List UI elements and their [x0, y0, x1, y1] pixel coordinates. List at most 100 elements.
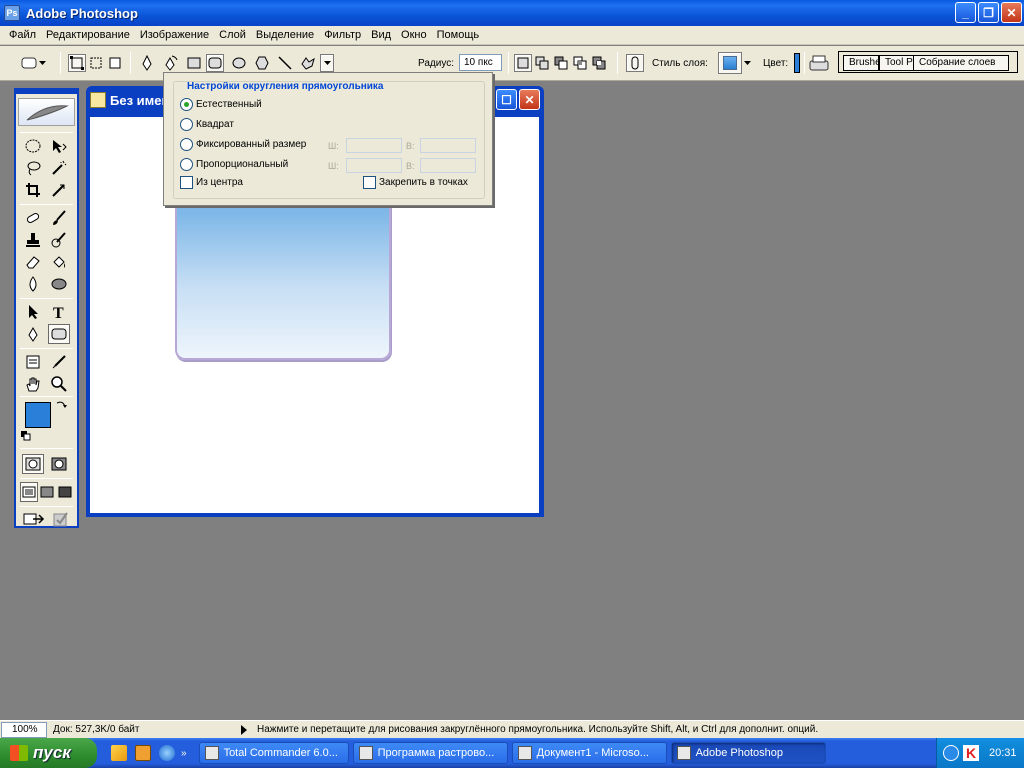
menu-view[interactable]: Вид — [366, 26, 396, 45]
full-screen-mode-icon[interactable] — [56, 482, 74, 502]
radio-fixed-size[interactable]: Фиксированный размер — [180, 138, 306, 151]
eyedropper-icon[interactable] — [48, 352, 70, 372]
restore-button[interactable]: ❐ — [978, 2, 999, 23]
document-maximize-button[interactable]: ☐ — [496, 89, 517, 110]
rounded-rectangle-tool-icon[interactable] — [48, 324, 70, 344]
blur-tool-icon[interactable] — [22, 274, 44, 294]
chevron-down-icon[interactable] — [742, 54, 752, 72]
palette-tab-layer-comps[interactable]: Собрание слоев — [913, 55, 1009, 71]
palette-toggle-icon[interactable] — [808, 52, 830, 74]
standard-mode-icon[interactable] — [22, 454, 44, 474]
snap-to-pixels-checkbox[interactable]: Закрепить в точках — [363, 176, 468, 189]
menu-file[interactable]: Файл — [4, 26, 41, 45]
shape-layers-icon[interactable] — [68, 54, 86, 72]
zoom-tool-icon[interactable] — [48, 374, 70, 394]
menu-edit[interactable]: Редактирование — [41, 26, 135, 45]
menu-filter[interactable]: Фильтр — [319, 26, 366, 45]
full-screen-menu-icon[interactable] — [38, 482, 56, 502]
menu-window[interactable]: Окно — [396, 26, 432, 45]
rectangle-tool-icon[interactable] — [185, 54, 203, 72]
quicklaunch-overflow-icon[interactable]: » — [181, 748, 187, 759]
radius-input[interactable]: 10 пкс — [459, 54, 502, 71]
history-brush-icon[interactable] — [48, 230, 70, 250]
intersect-shape-icon[interactable] — [571, 54, 589, 72]
fixed-height-input[interactable] — [420, 138, 476, 153]
tool-preset-picker[interactable] — [20, 54, 38, 72]
task-adobe-photoshop[interactable]: Adobe Photoshop — [670, 742, 826, 764]
ellipse-tool-icon[interactable] — [230, 54, 248, 72]
checkbox[interactable] — [180, 176, 193, 189]
subtract-shape-icon[interactable] — [552, 54, 570, 72]
document-close-button[interactable]: ✕ — [519, 89, 540, 110]
radio-button[interactable] — [180, 118, 193, 131]
link-icon[interactable] — [626, 54, 644, 72]
exclude-shape-icon[interactable] — [590, 54, 608, 72]
chevron-down-icon[interactable] — [38, 54, 46, 72]
paths-icon[interactable] — [87, 54, 105, 72]
radio-unconstrained[interactable]: Естественный — [180, 98, 262, 111]
layer-style-picker[interactable] — [718, 52, 742, 74]
proportional-width-input[interactable] — [346, 158, 402, 173]
brush-tool-icon[interactable] — [48, 208, 70, 228]
paint-bucket-icon[interactable] — [48, 252, 70, 272]
clone-stamp-icon[interactable] — [22, 230, 44, 250]
fixed-width-input[interactable] — [346, 138, 402, 153]
rounded-rectangle-tool-icon[interactable] — [206, 54, 224, 72]
menu-image[interactable]: Изображение — [135, 26, 214, 45]
menu-layer[interactable]: Слой — [214, 26, 251, 45]
start-button[interactable]: пуск — [0, 738, 97, 768]
quicklaunch-clock-icon[interactable] — [135, 745, 151, 761]
dodge-tool-icon[interactable] — [48, 274, 70, 294]
task-total-commander[interactable]: Total Commander 6.0... — [198, 742, 349, 764]
palette-tab-tool-presets[interactable]: Tool Presets — [879, 55, 915, 71]
proportional-height-input[interactable] — [420, 158, 476, 173]
quicklaunch-total-commander-icon[interactable] — [111, 745, 127, 761]
menu-select[interactable]: Выделение — [251, 26, 319, 45]
task-word-document-2[interactable]: Документ1 - Microso... — [511, 742, 667, 764]
close-button[interactable]: ✕ — [1001, 2, 1022, 23]
minimize-button[interactable]: _ — [955, 2, 976, 23]
checkmark-icon[interactable] — [50, 509, 72, 529]
create-new-shape-icon[interactable] — [514, 54, 532, 72]
swap-colors-icon[interactable] — [54, 398, 68, 412]
menu-help[interactable]: Помощь — [432, 26, 485, 45]
lasso-tool-icon[interactable] — [22, 158, 44, 178]
line-tool-icon[interactable] — [276, 54, 294, 72]
radio-button-checked[interactable] — [180, 98, 193, 111]
move-tool-icon[interactable] — [48, 136, 70, 156]
color-swatch[interactable] — [794, 53, 800, 73]
crop-tool-icon[interactable] — [22, 180, 44, 200]
polygon-tool-icon[interactable] — [253, 54, 271, 72]
notes-tool-icon[interactable] — [22, 352, 44, 372]
kaspersky-icon[interactable]: K — [963, 745, 979, 761]
radio-button[interactable] — [180, 158, 193, 171]
pen-tool-icon[interactable] — [22, 324, 44, 344]
type-tool-icon[interactable]: T — [48, 302, 70, 322]
slice-tool-icon[interactable] — [48, 180, 70, 200]
zoom-input[interactable]: 100% — [1, 721, 47, 738]
jump-to-imageready-icon[interactable] — [22, 509, 46, 529]
status-menu-arrow-icon[interactable] — [241, 724, 247, 735]
default-colors-icon[interactable] — [20, 430, 32, 442]
internet-explorer-icon[interactable] — [159, 745, 175, 761]
checkbox[interactable] — [363, 176, 376, 189]
task-word-document-1[interactable]: Программа растрово... — [352, 742, 508, 764]
quick-mask-icon[interactable] — [48, 454, 70, 474]
geometry-options-dropdown[interactable] — [320, 54, 334, 72]
custom-shape-tool-icon[interactable] — [299, 54, 317, 72]
radio-button[interactable] — [180, 138, 193, 151]
from-center-checkbox[interactable]: Из центра — [180, 176, 243, 189]
feather-logo-icon[interactable] — [18, 98, 75, 126]
hand-tool-icon[interactable] — [22, 374, 44, 394]
palette-tab-brushes[interactable]: Brushes — [843, 55, 879, 71]
marquee-tool-icon[interactable] — [22, 136, 44, 156]
add-to-shape-icon[interactable] — [533, 54, 551, 72]
healing-brush-icon[interactable] — [22, 208, 44, 228]
freeform-pen-icon[interactable] — [162, 54, 180, 72]
standard-screen-mode-icon[interactable] — [20, 482, 38, 502]
foreground-color-swatch[interactable] — [25, 402, 51, 428]
radio-proportional[interactable]: Пропорциональный — [180, 158, 288, 171]
radio-square[interactable]: Квадрат — [180, 118, 234, 131]
path-selection-icon[interactable] — [22, 302, 44, 322]
tray-arrow-icon[interactable] — [943, 745, 959, 761]
